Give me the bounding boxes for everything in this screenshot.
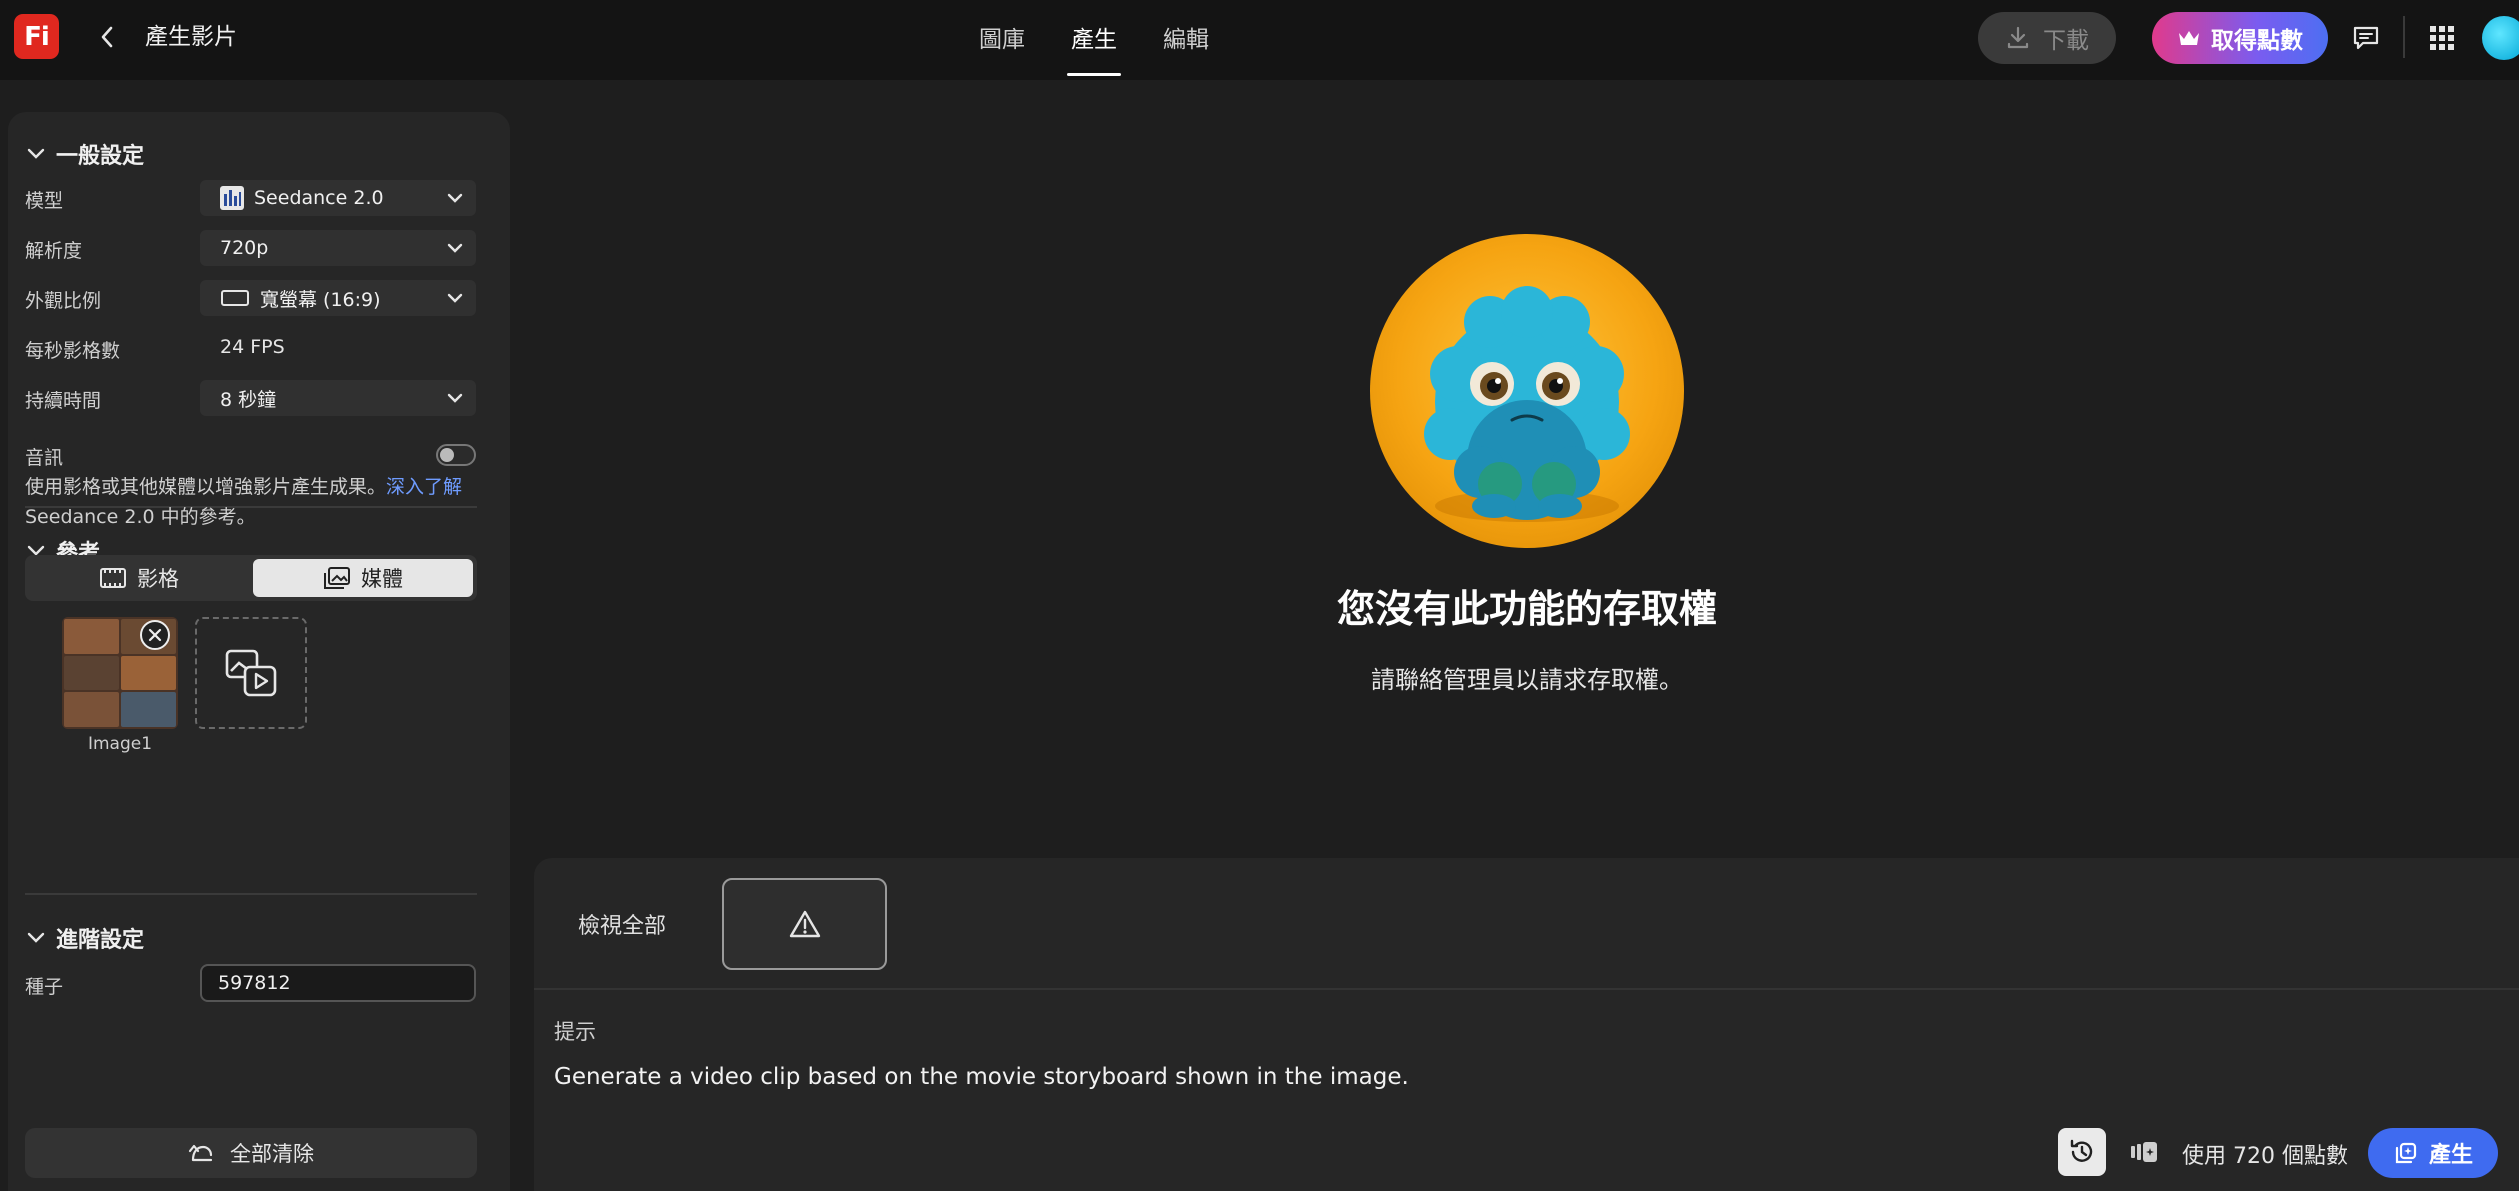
credit-cost-text: 使用 720 個點數: [2182, 1144, 2348, 1169]
reference-desc-text: 使用影格或其他媒體以增強影片產生成果。: [25, 476, 387, 498]
clear-all-button[interactable]: 全部清除: [25, 1128, 477, 1178]
add-media-icon: [225, 649, 277, 697]
reference-type-switch: 影格 媒體: [25, 555, 477, 601]
duration-label: 持續時間: [25, 390, 102, 412]
get-points-button[interactable]: 取得點數: [2152, 12, 2328, 64]
reference-description: 使用影格或其他媒體以增強影片產生成果。深入了解 Seedance 2.0 中的參…: [25, 472, 477, 532]
media-tab-label: 媒體: [361, 567, 403, 591]
resolution-select[interactable]: 720p: [200, 230, 476, 266]
credits-icon: [2128, 1138, 2160, 1166]
app-root: Fi 產生影片 圖庫 產生 編輯 下載 取得點數 一般設定 模型 Seedanc…: [0, 0, 2519, 1191]
frames-tab[interactable]: 影格: [29, 559, 249, 597]
generation-error-card[interactable]: [722, 878, 887, 970]
chevron-down-icon: [447, 193, 463, 203]
model-select[interactable]: Seedance 2.0: [200, 180, 476, 216]
aspect-ratio-select[interactable]: 寬螢幕 (16:9): [200, 280, 476, 316]
generate-button[interactable]: 產生: [2368, 1128, 2498, 1178]
duration-select[interactable]: 8 秒鐘: [200, 380, 476, 416]
chevron-down-icon: [447, 243, 463, 253]
aspect-ratio-value: 寬螢幕 (16:9): [260, 288, 381, 311]
model-label: 模型: [25, 190, 64, 212]
model-value: Seedance 2.0: [254, 187, 384, 209]
remove-image-button[interactable]: [140, 620, 170, 650]
close-icon: [148, 628, 162, 642]
storyboard-cell: [121, 692, 176, 727]
history-icon: [2070, 1139, 2093, 1162]
top-bar: Fi 產生影片 圖庫 產生 編輯 下載 取得點數: [0, 0, 2519, 80]
chevron-left-icon: [101, 26, 113, 48]
section-divider: [25, 893, 477, 895]
general-settings-title: 一般設定: [56, 144, 145, 169]
storyboard-cell: [64, 655, 119, 691]
fps-label: 每秒影格數: [25, 340, 121, 362]
back-button[interactable]: [92, 20, 122, 54]
download-icon: [2007, 26, 2029, 49]
feedback-button[interactable]: [2348, 20, 2384, 56]
chevron-down-icon: [447, 393, 463, 403]
chevron-down-icon: [27, 932, 45, 943]
download-label: 下載: [2043, 28, 2089, 54]
audio-toggle[interactable]: [436, 444, 476, 466]
thumbnail-label: Image1: [87, 734, 153, 754]
general-settings-header[interactable]: 一般設定: [26, 138, 144, 170]
page-title: 產生影片: [145, 24, 237, 50]
resolution-value: 720p: [220, 237, 269, 259]
advanced-settings-header[interactable]: 進階設定: [26, 922, 144, 954]
media-tab[interactable]: 媒體: [253, 559, 473, 597]
media-images-icon: [324, 567, 350, 589]
seed-input[interactable]: 597812: [200, 964, 476, 1002]
frames-tab-label: 影格: [137, 567, 179, 591]
apps-button[interactable]: [2424, 20, 2460, 56]
aspect-ratio-label: 外觀比例: [25, 290, 102, 312]
prompt-divider: [534, 988, 2519, 990]
no-access-title: 您沒有此功能的存取權: [1336, 587, 1717, 631]
prompt-label: 提示: [554, 1020, 596, 1044]
prompt-textarea[interactable]: Generate a video clip based on the movie…: [554, 1064, 1409, 1090]
widescreen-icon: [221, 290, 249, 306]
tab-generate[interactable]: 產生: [1067, 0, 1121, 80]
add-media-button[interactable]: [195, 617, 307, 729]
tab-gallery[interactable]: 圖庫: [975, 0, 1029, 80]
prompt-history-button[interactable]: [2058, 1128, 2106, 1176]
view-all-button[interactable]: 檢視全部: [578, 908, 666, 940]
user-avatar[interactable]: [2482, 16, 2519, 60]
chat-icon: [2353, 26, 2379, 50]
no-access-subtitle: 請聯絡管理員以請求存取權。: [1371, 666, 1683, 694]
generate-sparkle-icon: [2395, 1142, 2417, 1164]
warning-icon: [789, 910, 820, 938]
learn-more-link[interactable]: 深入了解: [386, 476, 462, 498]
chevron-down-icon: [27, 148, 45, 159]
firefly-logo[interactable]: Fi: [14, 14, 59, 59]
crown-icon: [2179, 31, 2199, 45]
download-button[interactable]: 下載: [1978, 12, 2116, 64]
storyboard-cell: [64, 619, 119, 654]
apps-grid-icon: [2430, 26, 2454, 50]
reference-desc-text-2: Seedance 2.0 中的參考。: [25, 506, 256, 528]
fluffy-monster-image: [1424, 286, 1630, 522]
get-points-label: 取得點數: [2211, 28, 2303, 54]
resolution-label: 解析度: [25, 240, 83, 262]
reset-icon: [188, 1144, 213, 1162]
generate-label: 產生: [2428, 1143, 2473, 1168]
audio-label: 音訊: [25, 447, 64, 469]
main-tabs: 圖庫 產生 編輯: [975, 0, 1213, 80]
chevron-down-icon: [447, 293, 463, 303]
no-access-illustration: [1370, 234, 1684, 548]
clear-all-label: 全部清除: [230, 1142, 314, 1166]
header-divider: [2403, 16, 2405, 58]
seed-label: 種子: [25, 976, 64, 998]
tab-edit[interactable]: 編輯: [1159, 0, 1213, 80]
advanced-settings-title: 進階設定: [56, 928, 145, 953]
storyboard-cell: [64, 692, 119, 727]
seedance-model-icon: [220, 186, 244, 210]
duration-value: 8 秒鐘: [220, 388, 277, 411]
storyboard-cell: [121, 655, 176, 691]
fps-value: 24 FPS: [220, 336, 285, 358]
film-frames-icon: [100, 568, 126, 588]
